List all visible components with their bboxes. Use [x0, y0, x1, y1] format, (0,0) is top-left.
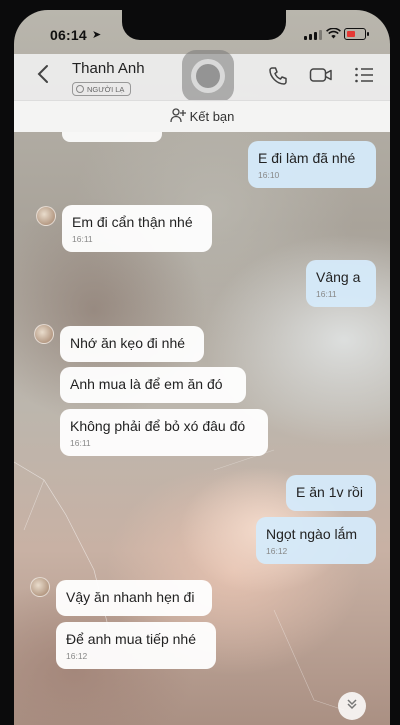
message-text: Không phải để bỏ xó đâu đó: [70, 418, 246, 434]
message-bubble-outgoing[interactable]: E đi làm đã nhé 16:10: [248, 141, 376, 188]
message-text: Ngọt ngào lắm: [266, 526, 358, 542]
assistive-touch-button[interactable]: [182, 50, 234, 102]
chat-screen: 06:14 ➤ Thanh Anh NGƯỜI LẠ Kết bạn E đi …: [14, 10, 390, 725]
clock-icon: [76, 85, 84, 93]
video-call-icon[interactable]: [309, 66, 333, 89]
message-time: 16:11: [72, 234, 93, 244]
message-time: 16:12: [66, 651, 88, 661]
stranger-badge: NGƯỜI LẠ: [72, 82, 132, 96]
scroll-to-bottom-button[interactable]: [338, 692, 366, 720]
phone-icon[interactable]: [268, 66, 288, 91]
signal-icon: [304, 29, 322, 40]
message-time: 16:11: [316, 289, 337, 299]
message-bubble-outgoing[interactable]: Vâng a 16:11: [306, 260, 376, 307]
menu-icon[interactable]: [354, 66, 374, 89]
message-bubble-incoming[interactable]: Anh mua là để em ăn đó: [60, 367, 246, 403]
add-friend-bar[interactable]: Kết bạn: [14, 100, 390, 132]
message-bubble-outgoing[interactable]: Ngọt ngào lắm 16:12: [256, 517, 376, 564]
previous-message-fragment: [62, 132, 162, 142]
message-text: Nhớ ăn kẹo đi nhé: [70, 335, 186, 351]
message-time: 16:10: [258, 170, 280, 180]
chat-header: Thanh Anh NGƯỜI LẠ: [14, 50, 390, 102]
add-friend-label: Kết bạn: [189, 109, 235, 124]
contact-name[interactable]: Thanh Anh: [72, 60, 145, 77]
message-text: Anh mua là để em ăn đó: [70, 376, 223, 392]
stranger-badge-label: NGƯỜI LẠ: [87, 84, 125, 94]
notch: [122, 10, 286, 40]
message-text: Vậy ăn nhanh hẹn đi: [66, 589, 195, 605]
message-text: E đi làm đã nhé: [258, 150, 356, 166]
battery-icon: [344, 28, 369, 40]
add-user-icon: [169, 107, 186, 126]
message-text: E ăn 1v rồi: [296, 484, 363, 500]
message-bubble-incoming[interactable]: Để anh mua tiếp nhé 16:12: [56, 622, 216, 669]
message-bubble-incoming[interactable]: Không phải để bỏ xó đâu đó 16:11: [60, 409, 268, 456]
message-time: 16:11: [70, 438, 91, 448]
message-bubble-incoming[interactable]: Vậy ăn nhanh hẹn đi: [56, 580, 212, 616]
message-text: Em đi cẩn thận nhé: [72, 214, 193, 230]
back-chevron-icon[interactable]: [36, 63, 50, 91]
contact-avatar[interactable]: [36, 206, 56, 226]
message-text: Vâng a: [316, 269, 361, 285]
message-time: 16:12: [266, 546, 288, 556]
message-text: Để anh mua tiếp nhé: [66, 631, 196, 647]
contact-avatar[interactable]: [30, 577, 50, 597]
status-bar: 06:14 ➤: [14, 10, 390, 54]
message-bubble-incoming[interactable]: Nhớ ăn kẹo đi nhé: [60, 326, 204, 362]
message-bubble-incoming[interactable]: Em đi cẩn thận nhé 16:11: [62, 205, 212, 252]
contact-avatar[interactable]: [34, 324, 54, 344]
chevron-down-icon: [345, 697, 359, 716]
status-time: 06:14: [50, 27, 87, 43]
wifi-icon: [326, 27, 341, 42]
message-bubble-outgoing[interactable]: E ăn 1v rồi: [286, 475, 376, 511]
location-arrow-icon: ➤: [92, 29, 102, 41]
